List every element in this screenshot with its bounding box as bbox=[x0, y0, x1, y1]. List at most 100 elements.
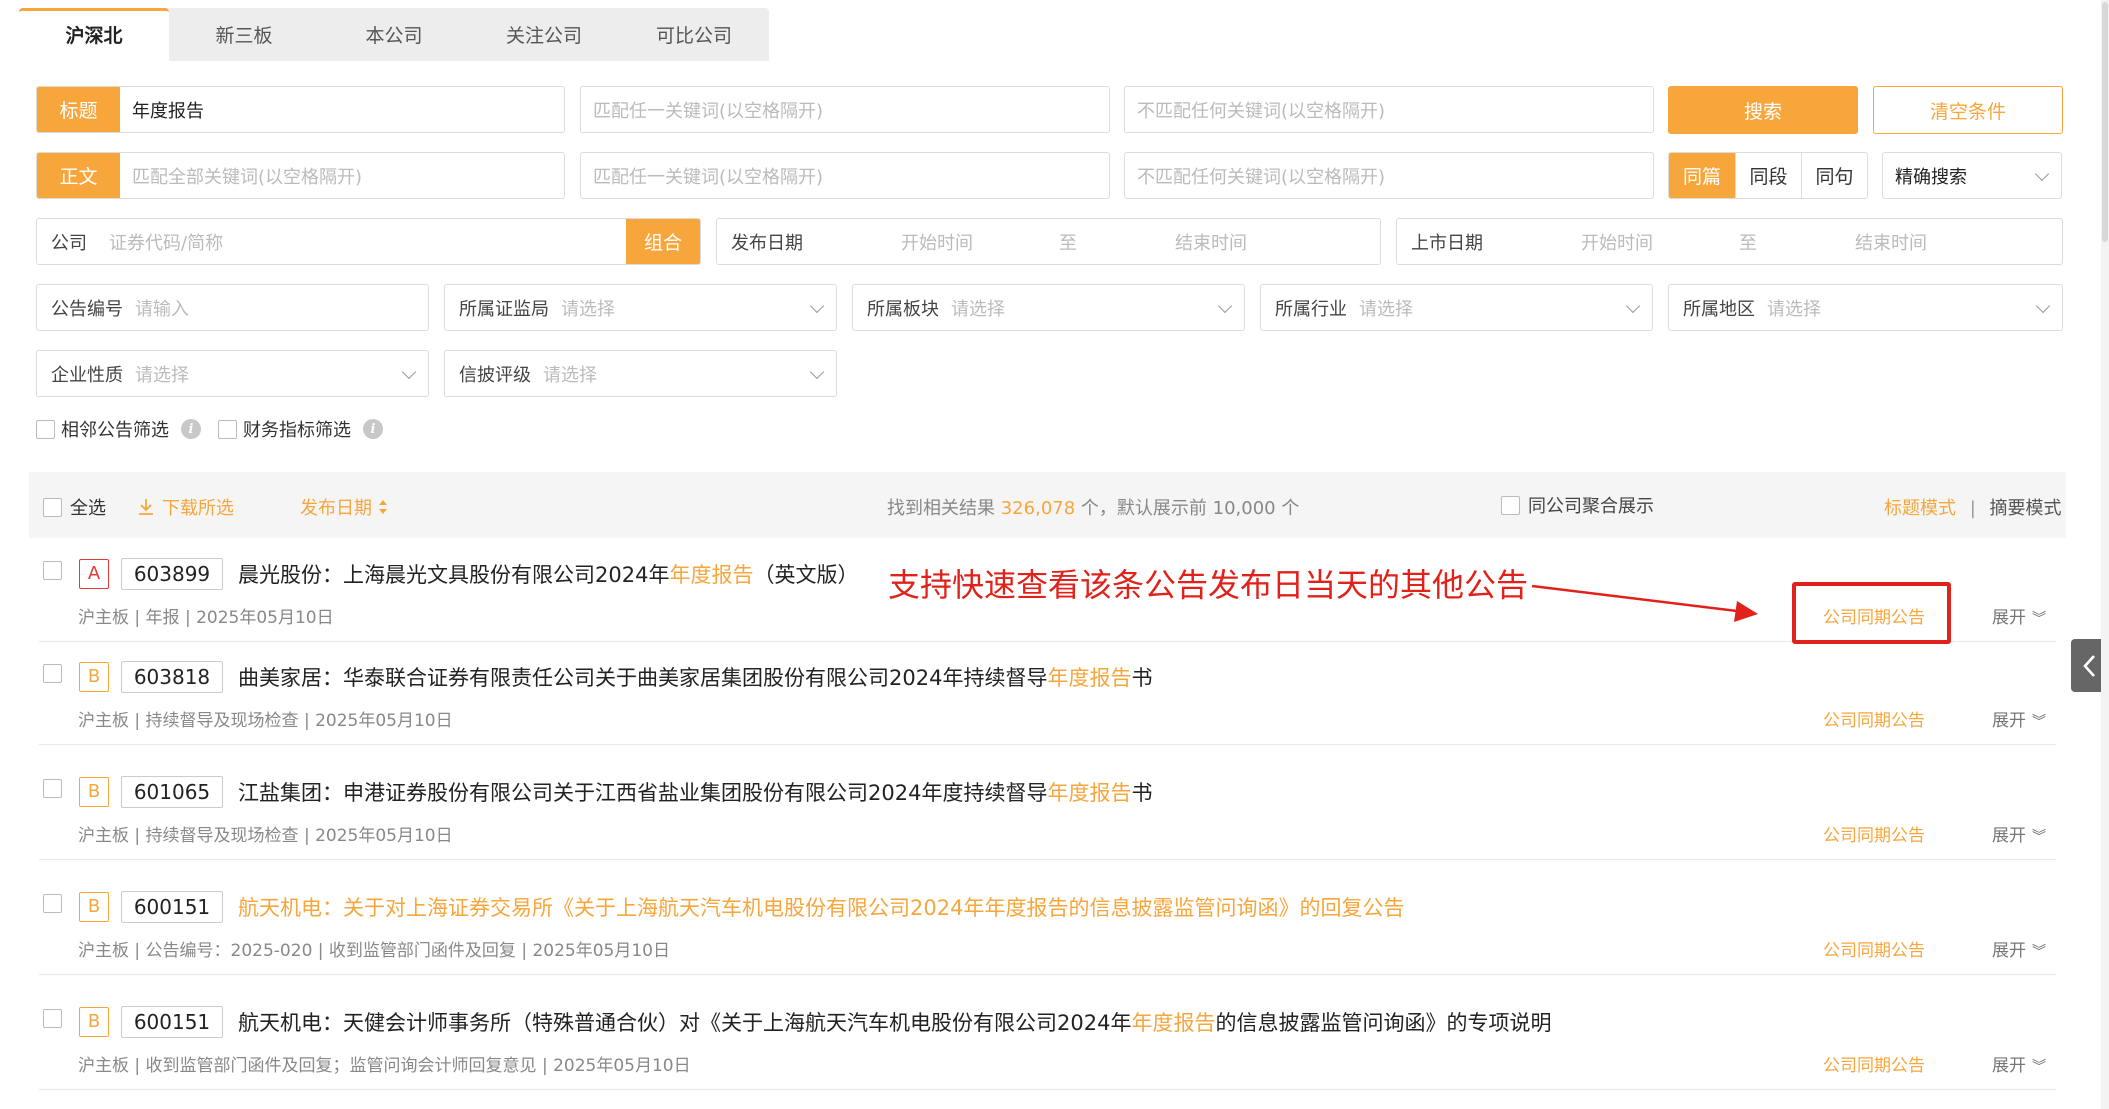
view-mode-switch: 标题模式 | 摘要模式 bbox=[1884, 498, 2062, 519]
double-chevron-down-icon: ︾ bbox=[2032, 1059, 2046, 1075]
announcement-title[interactable]: 晨光股份：上海晨光文具股份有限公司2024年年度报告（英文版） bbox=[238, 559, 858, 589]
tab-own-company[interactable]: 本公司 bbox=[319, 8, 469, 61]
announcement-meta: 沪主板 | 持续督导及现场检查 | 2025年05月10日 bbox=[78, 826, 453, 846]
stock-code[interactable]: 603899 bbox=[121, 558, 223, 590]
expand-button[interactable]: 展开 ︾ bbox=[1992, 1051, 2046, 1076]
publish-end-input[interactable]: 结束时间 bbox=[1163, 229, 1247, 255]
disclosure-grade-badge: A bbox=[79, 559, 109, 589]
stock-code[interactable]: 600151 bbox=[121, 1006, 223, 1038]
disclosure-grade-badge: B bbox=[79, 662, 109, 692]
result-row: B 600151 航天机电：关于对上海证券交易所《关于上海航天汽车机电股份有限公… bbox=[39, 878, 2056, 975]
scope-same-article[interactable]: 同篇 bbox=[1669, 153, 1735, 198]
list-end-input[interactable]: 结束时间 bbox=[1843, 229, 1927, 255]
expand-button[interactable]: 展开 ︾ bbox=[1992, 936, 2046, 961]
feature-annotation-text: 支持快速查看该条公告发布日当天的其他公告 bbox=[888, 566, 1529, 604]
same-day-announcements-link[interactable]: 公司同期公告 bbox=[1823, 1051, 1925, 1076]
chevron-down-icon bbox=[809, 364, 825, 379]
chevron-left-icon bbox=[2083, 654, 2095, 677]
list-date-range[interactable]: 上市日期 开始时间 至 结束时间 bbox=[1396, 218, 2063, 265]
select-all-checkbox[interactable] bbox=[43, 497, 62, 517]
double-chevron-down-icon: ︾ bbox=[2032, 944, 2046, 960]
publish-start-input[interactable]: 开始时间 bbox=[889, 229, 973, 255]
sort-icon bbox=[379, 500, 387, 514]
download-icon bbox=[139, 499, 153, 515]
group-by-company-option[interactable]: 同公司聚合展示 bbox=[1501, 492, 1654, 518]
title-exclude-input[interactable]: 不匹配任何关键词(以空格隔开) bbox=[1124, 86, 1654, 133]
expand-button[interactable]: 展开 ︾ bbox=[1992, 821, 2046, 846]
tab-hushenbei[interactable]: 沪深北 bbox=[19, 8, 169, 61]
body-tag: 正文 bbox=[37, 153, 120, 198]
announcement-title[interactable]: 航天机电：天健会计师事务所（特殊普通合伙）对《关于上海航天汽车机电股份有限公司2… bbox=[238, 1007, 1551, 1037]
double-chevron-down-icon: ︾ bbox=[2032, 829, 2046, 845]
title-mode-button[interactable]: 标题模式 bbox=[1884, 498, 1956, 519]
expand-button[interactable]: 展开 ︾ bbox=[1992, 603, 2046, 628]
combo-button[interactable]: 组合 bbox=[626, 219, 700, 264]
scope-same-sentence[interactable]: 同句 bbox=[1801, 153, 1867, 198]
sort-by-date-button[interactable]: 发布日期 bbox=[300, 494, 388, 520]
market-tabs: 沪深北 新三板 本公司 关注公司 可比公司 bbox=[19, 8, 769, 61]
adjacent-filter-checkbox[interactable] bbox=[36, 419, 55, 439]
stock-code[interactable]: 601065 bbox=[121, 776, 223, 808]
same-day-announcements-link[interactable]: 公司同期公告 bbox=[1823, 706, 1925, 731]
chevron-down-icon bbox=[2035, 298, 2051, 313]
result-row: B 601065 江盐集团：申港证券股份有限公司关于江西省盐业集团股份有限公司2… bbox=[39, 763, 2056, 860]
row-checkbox[interactable] bbox=[43, 561, 62, 580]
disclosure-grade-badge: B bbox=[79, 1007, 109, 1037]
clear-conditions-button[interactable]: 清空条件 bbox=[1873, 86, 2063, 134]
annotation-highlight-box bbox=[1792, 582, 1951, 644]
tab-watched-companies[interactable]: 关注公司 bbox=[469, 8, 619, 61]
expand-button[interactable]: 展开 ︾ bbox=[1992, 706, 2046, 731]
title-keyword-field[interactable]: 标题 年度报告 bbox=[36, 86, 565, 133]
chevron-down-icon bbox=[1625, 298, 1641, 313]
announcement-title[interactable]: 曲美家居：华泰联合证券有限责任公司关于曲美家居集团股份有限公司2024年持续督导… bbox=[238, 662, 1152, 692]
chevron-down-icon bbox=[2034, 166, 2050, 181]
stock-code[interactable]: 603818 bbox=[121, 661, 223, 693]
result-row: B 600151 航天机电：天健会计师事务所（特殊普通合伙）对《关于上海航天汽车… bbox=[39, 993, 2056, 1090]
announcement-title[interactable]: 江盐集团：申港证券股份有限公司关于江西省盐业集团股份有限公司2024年度持续督导… bbox=[238, 777, 1152, 807]
disclosure-rating-select[interactable]: 信披评级 请选择 bbox=[444, 350, 837, 397]
chevron-down-icon bbox=[1217, 298, 1233, 313]
title-keyword-value[interactable]: 年度报告 bbox=[120, 97, 204, 123]
list-start-input[interactable]: 开始时间 bbox=[1569, 229, 1653, 255]
enterprise-nature-select[interactable]: 企业性质 请选择 bbox=[36, 350, 429, 397]
annotation-arrow-icon bbox=[1531, 584, 1758, 622]
row-checkbox[interactable] bbox=[43, 779, 62, 798]
industry-select[interactable]: 所属行业 请选择 bbox=[1260, 284, 1653, 331]
announcement-meta: 沪主板 | 收到监管部门函件及回复；监管问询会计师回复意见 | 2025年05月… bbox=[78, 1056, 691, 1076]
finance-filter-checkbox[interactable] bbox=[218, 419, 237, 439]
info-icon[interactable]: i bbox=[181, 419, 201, 439]
scrollbar-thumb[interactable] bbox=[2102, 2, 2108, 242]
body-exclude-input[interactable]: 不匹配任何关键词(以空格隔开) bbox=[1124, 152, 1654, 199]
summary-mode-button[interactable]: 摘要模式 bbox=[1990, 498, 2062, 519]
company-field[interactable]: 公司 证券代码/简称 组合 bbox=[36, 218, 701, 265]
body-match-any-input[interactable]: 匹配任一关键词(以空格隔开) bbox=[580, 152, 1110, 199]
announcement-title[interactable]: 航天机电：关于对上海证券交易所《关于上海航天汽车机电股份有限公司2024年年度报… bbox=[238, 892, 1404, 922]
group-by-company-checkbox[interactable] bbox=[1501, 495, 1520, 515]
finance-filter-option[interactable]: 财务指标筛选 i bbox=[218, 416, 383, 442]
region-select[interactable]: 所属地区 请选择 bbox=[1668, 284, 2063, 331]
board-select[interactable]: 所属板块 请选择 bbox=[852, 284, 1245, 331]
tab-xinsanban[interactable]: 新三板 bbox=[169, 8, 319, 61]
publish-date-range[interactable]: 发布日期 开始时间 至 结束时间 bbox=[716, 218, 1381, 265]
search-button[interactable]: 搜索 bbox=[1668, 86, 1858, 134]
regulator-select[interactable]: 所属证监局 请选择 bbox=[444, 284, 837, 331]
row-checkbox[interactable] bbox=[43, 1009, 62, 1028]
results-header: 全选 下载所选 发布日期 找到相关结果 326,078 个，默认展示前 10,0… bbox=[29, 472, 2066, 538]
title-match-any-input[interactable]: 匹配任一关键词(以空格隔开) bbox=[580, 86, 1110, 133]
title-tag: 标题 bbox=[37, 87, 120, 132]
info-icon[interactable]: i bbox=[363, 419, 383, 439]
select-all-option[interactable]: 全选 bbox=[43, 494, 106, 520]
tab-comparable-companies[interactable]: 可比公司 bbox=[619, 8, 769, 61]
scope-same-paragraph[interactable]: 同段 bbox=[1735, 153, 1801, 198]
same-day-announcements-link[interactable]: 公司同期公告 bbox=[1823, 936, 1925, 961]
precision-select[interactable]: 精确搜索 bbox=[1882, 152, 2062, 199]
stock-code[interactable]: 600151 bbox=[121, 891, 223, 923]
download-selected-button[interactable]: 下载所选 bbox=[136, 494, 234, 520]
company-input[interactable]: 证券代码/简称 bbox=[87, 229, 223, 255]
body-keyword-field[interactable]: 正文 匹配全部关键词(以空格隔开) bbox=[36, 152, 565, 199]
row-checkbox[interactable] bbox=[43, 894, 62, 913]
adjacent-filter-option[interactable]: 相邻公告筛选 i bbox=[36, 416, 201, 442]
announcement-number-input[interactable]: 公告编号 请输入 bbox=[36, 284, 429, 331]
row-checkbox[interactable] bbox=[43, 664, 62, 683]
same-day-announcements-link[interactable]: 公司同期公告 bbox=[1823, 821, 1925, 846]
